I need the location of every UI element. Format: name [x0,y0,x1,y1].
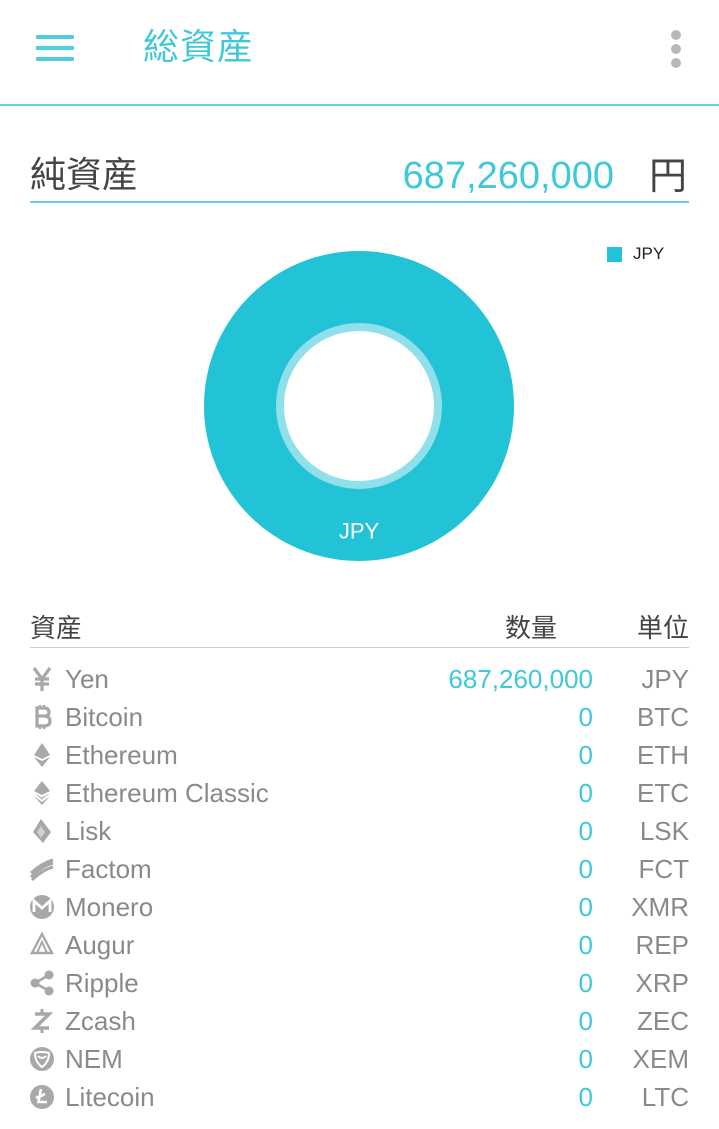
asset-name: Zcash [65,1006,136,1036]
asset-unit: XEM [632,1044,689,1074]
asset-name: Monero [65,892,154,922]
asset-row-xrp[interactable]: Ripple 0 XRP [30,965,689,1003]
asset-row-jpy[interactable]: Yen 687,260,000 JPY [30,661,689,699]
asset-row-xmr[interactable]: Monero 0 XMR [30,889,689,927]
asset-quantity: 0 [578,854,593,884]
asset-unit: LTC [641,1082,689,1112]
donut-slice-label-jpy: JPY [339,519,380,544]
asset-unit: BTC [637,702,689,732]
litecoin-icon [30,1084,54,1110]
asset-quantity: 0 [578,892,593,922]
asset-quantity: 0 [578,778,593,808]
asset-row-fct[interactable]: Factom 0 FCT [29,851,689,889]
legend-label-jpy: JPY [633,244,665,263]
app-bar: 総資産 [0,0,719,106]
lisk-icon [30,818,54,844]
more-vertical-icon[interactable] [664,30,688,70]
asset-quantity: 0 [578,702,593,732]
ethereum-icon [30,742,54,768]
asset-name: Augur [65,930,135,960]
asset-unit: ZEC [637,1006,689,1036]
asset-donut-chart: JPY [204,251,514,561]
asset-name: Factom [65,854,152,884]
donut-inner-ring [276,323,442,489]
nem-icon [30,1046,54,1072]
net-assets-unit: 円 [648,154,687,198]
legend-swatch-jpy [607,247,622,262]
asset-quantity: 0 [578,968,593,998]
asset-quantity: 0 [578,1044,593,1074]
yen-icon [30,666,54,692]
donut-slice-jpy[interactable] [204,251,514,561]
net-assets-value: 687,260,000 [402,155,614,197]
asset-row-lsk[interactable]: Lisk 0 LSK [30,813,689,851]
asset-unit: JPY [641,664,689,694]
asset-row-btc[interactable]: Bitcoin 0 BTC [30,699,689,737]
augur-icon [30,931,54,958]
bitcoin-icon [30,704,54,730]
asset-quantity: 687,260,000 [448,664,593,694]
asset-quantity: 0 [578,930,593,960]
asset-row-zec[interactable]: Zcash 0 ZEC [30,1003,689,1041]
column-header-unit: 単位 [636,614,689,644]
asset-list: Yen 687,260,000 JPY Bitcoin 0 BTC Ethereum 0 ETH… [29,661,689,1117]
ethereum-classic-icon [30,780,54,806]
page-title: 総資産 [143,27,255,68]
asset-row-xem[interactable]: NEM 0 XEM [30,1041,689,1079]
asset-unit: LSK [639,816,689,846]
asset-row-rep[interactable]: Augur 0 REP [30,927,689,965]
hamburger-menu-icon[interactable] [36,33,74,63]
asset-name: Ripple [65,968,139,998]
asset-row-ltc[interactable]: Litecoin 0 LTC [30,1079,689,1117]
asset-name: NEM [65,1044,123,1074]
net-assets-label: 純資産 [30,155,139,196]
ripple-icon [30,970,54,996]
asset-unit: ETC [637,778,689,808]
asset-name: Litecoin [65,1082,155,1112]
asset-name: Yen [65,664,109,694]
asset-quantity: 0 [578,816,593,846]
asset-row-etc[interactable]: Ethereum Classic 0 ETC [30,775,689,813]
asset-name: Ethereum [65,740,178,770]
column-header-quantity: 数量 [504,614,557,644]
factom-icon [29,856,54,882]
asset-quantity: 0 [578,1006,593,1036]
asset-quantity: 0 [578,740,593,770]
asset-unit: REP [635,930,689,960]
asset-name: Lisk [65,816,112,846]
asset-quantity: 0 [578,1082,593,1112]
asset-name: Ethereum Classic [65,778,269,808]
asset-name: Bitcoin [65,702,144,732]
zcash-icon [30,1008,54,1034]
net-assets-row: 純資産 687,260,000 円 [30,150,689,203]
asset-unit: XRP [635,968,689,998]
monero-icon [30,894,54,920]
column-header-asset: 資産 [30,614,83,644]
asset-unit: ETH [637,740,689,770]
asset-unit: XMR [631,892,689,922]
asset-unit: FCT [638,854,689,884]
asset-table-header: 資産 数量 単位 [30,610,689,648]
asset-row-eth[interactable]: Ethereum 0 ETH [30,737,689,775]
